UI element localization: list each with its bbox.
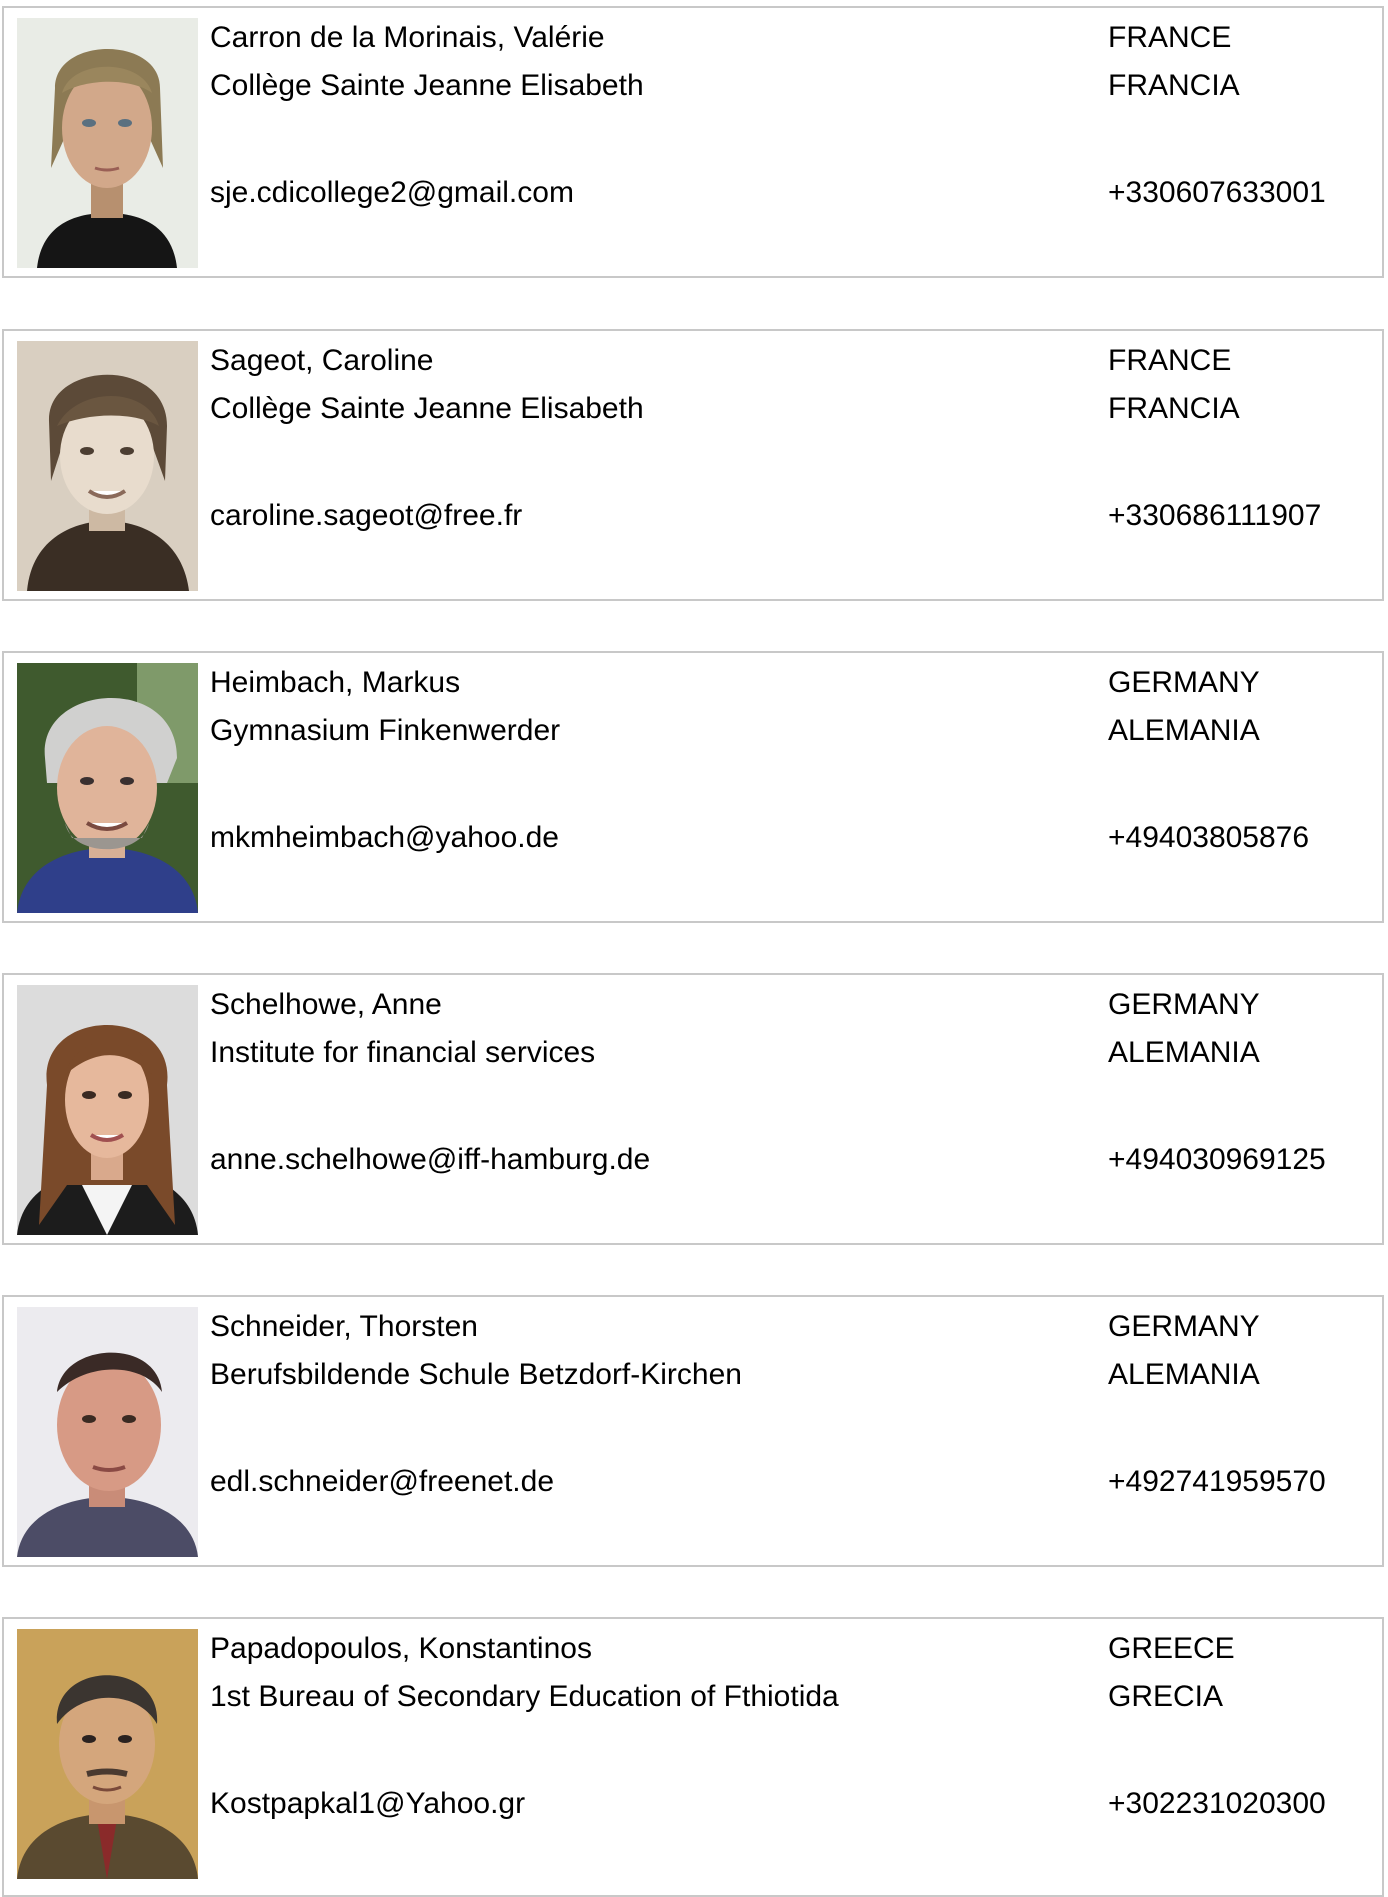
person-email[interactable]: Kostpapkal1@Yahoo.gr xyxy=(210,1786,525,1822)
portrait-image xyxy=(17,18,198,268)
person-name: Schneider, Thorsten xyxy=(210,1310,478,1343)
person-country: GERMANY xyxy=(1108,988,1260,1021)
person-school: Collège Sainte Jeanne Elisabeth xyxy=(210,392,644,425)
person-card: Carron de la Morinais, Valérie Collège S… xyxy=(2,6,1384,278)
person-school: Gymnasium Finkenwerder xyxy=(210,714,561,747)
person-phone: +49403805876 xyxy=(1108,821,1310,854)
person-email[interactable]: caroline.sageot@free.fr xyxy=(210,498,522,534)
portrait-image xyxy=(17,1307,198,1557)
person-phone: +492741959570 xyxy=(1108,1465,1326,1498)
person-email[interactable]: edl.schneider@freenet.de xyxy=(210,1464,554,1500)
person-school: 1st Bureau of Secondary Education of Fth… xyxy=(210,1680,839,1713)
person-phone: +494030969125 xyxy=(1108,1143,1326,1176)
portrait-photo xyxy=(17,1307,198,1557)
person-country-es: ALEMANIA xyxy=(1108,1358,1260,1391)
person-country: FRANCE xyxy=(1108,21,1232,54)
person-country: FRANCE xyxy=(1108,344,1232,377)
person-card: Sageot, Caroline Collège Sainte Jeanne E… xyxy=(2,329,1384,601)
person-phone: +330686111907 xyxy=(1108,499,1322,532)
person-country: GERMANY xyxy=(1108,1310,1260,1343)
portrait-image xyxy=(17,985,198,1235)
portrait-photo xyxy=(17,1629,198,1879)
person-email[interactable]: sje.cdicollege2@gmail.com xyxy=(210,175,574,211)
person-country-es: ALEMANIA xyxy=(1108,714,1260,747)
person-phone: +302231020300 xyxy=(1108,1787,1326,1820)
person-school: Institute for financial services xyxy=(210,1036,596,1069)
person-name: Papadopoulos, Konstantinos xyxy=(210,1632,592,1665)
person-email[interactable]: mkmheimbach@yahoo.de xyxy=(210,820,559,856)
portrait-image xyxy=(17,663,198,913)
person-card: Schelhowe, Anne Institute for financial … xyxy=(2,973,1384,1245)
person-country-es: FRANCIA xyxy=(1108,392,1240,425)
person-name: Sageot, Caroline xyxy=(210,344,434,377)
portrait-photo xyxy=(17,985,198,1235)
person-country: GERMANY xyxy=(1108,666,1260,699)
person-name: Schelhowe, Anne xyxy=(210,988,442,1021)
person-name: Heimbach, Markus xyxy=(210,666,461,699)
person-name: Carron de la Morinais, Valérie xyxy=(210,21,605,54)
person-school: Berufsbildende Schule Betzdorf-Kirchen xyxy=(210,1358,742,1391)
person-email[interactable]: anne.schelhowe@iff-hamburg.de xyxy=(210,1142,650,1178)
portrait-photo xyxy=(17,663,198,913)
portrait-photo xyxy=(17,341,198,591)
person-card: Heimbach, Markus Gymnasium Finkenwerder … xyxy=(2,651,1384,923)
portrait-photo xyxy=(17,18,198,268)
person-card: Papadopoulos, Konstantinos 1st Bureau of… xyxy=(2,1617,1384,1897)
person-country-es: GRECIA xyxy=(1108,1680,1224,1713)
person-country: GREECE xyxy=(1108,1632,1235,1665)
person-school: Collège Sainte Jeanne Elisabeth xyxy=(210,69,644,102)
portrait-image xyxy=(17,1629,198,1879)
person-phone: +330607633001 xyxy=(1108,176,1326,209)
person-card: Schneider, Thorsten Berufsbildende Schul… xyxy=(2,1295,1384,1567)
person-country-es: ALEMANIA xyxy=(1108,1036,1260,1069)
portrait-image xyxy=(17,341,198,591)
person-country-es: FRANCIA xyxy=(1108,69,1240,102)
